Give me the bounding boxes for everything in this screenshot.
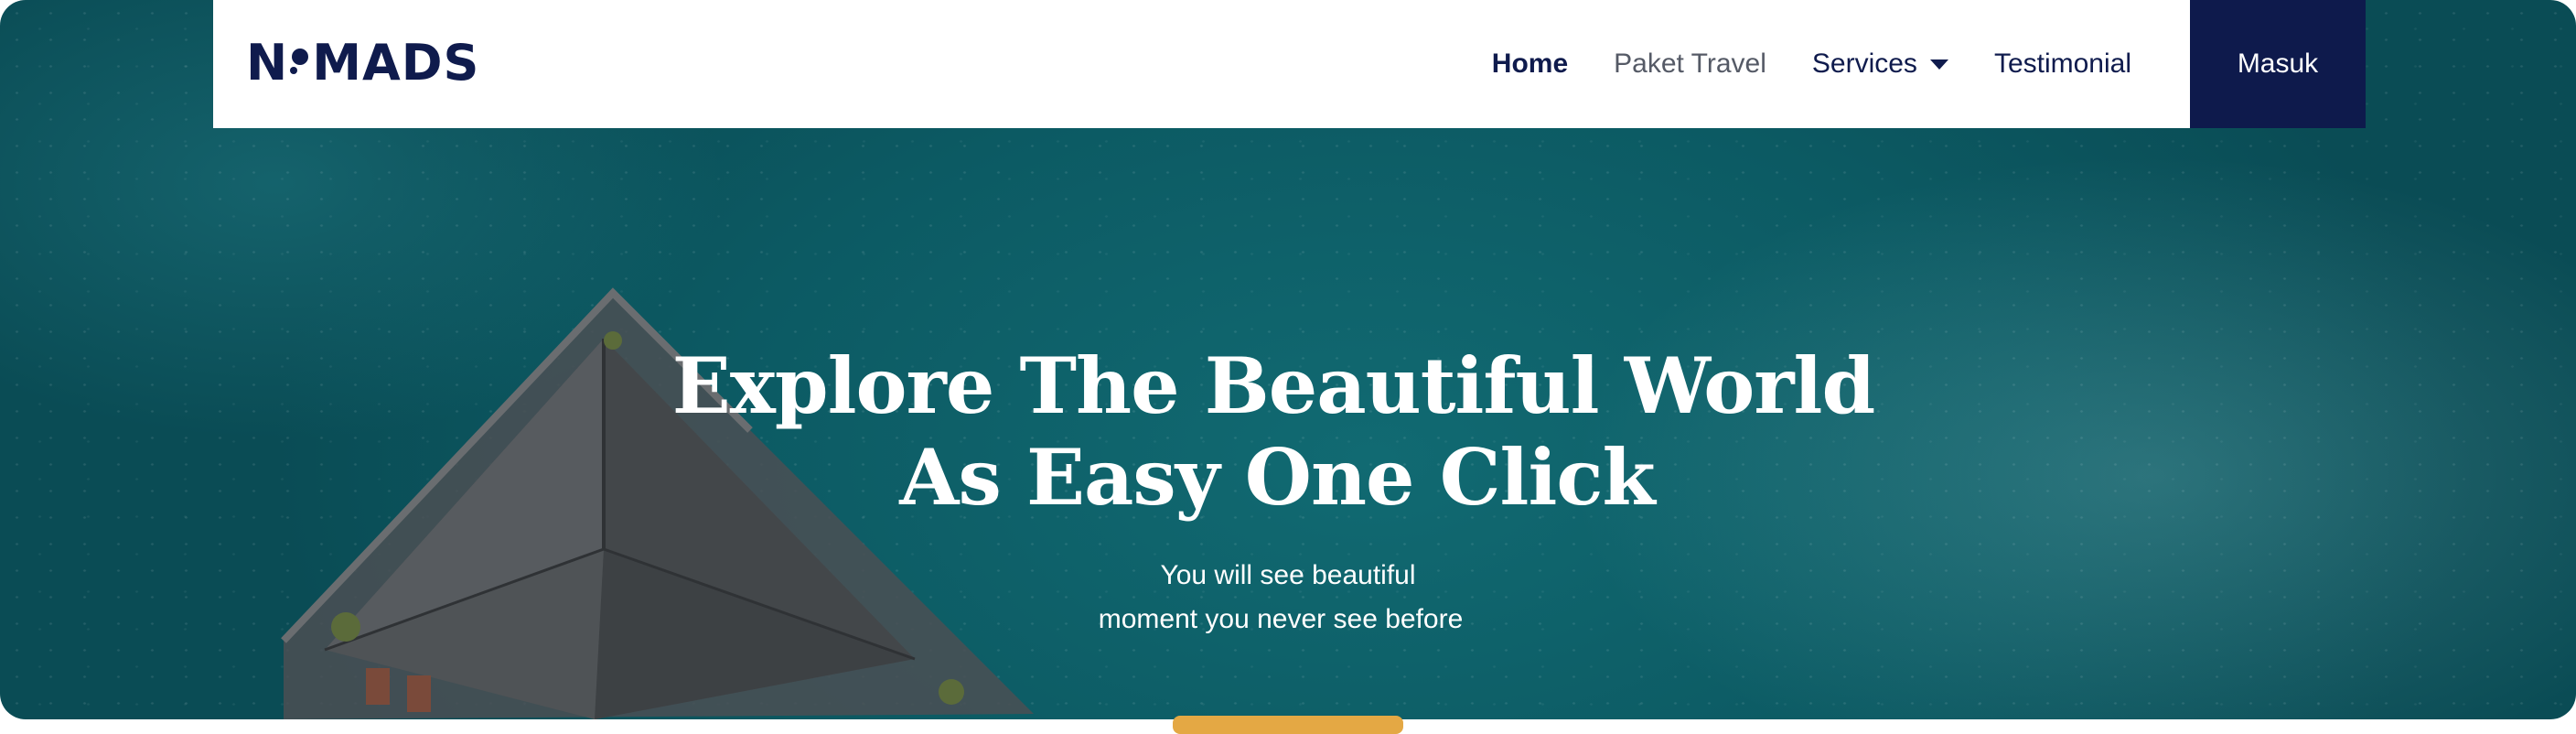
nav-services-label: Services (1811, 49, 1917, 79)
nav-testimonial-link[interactable]: Testimonial (1994, 49, 2131, 80)
nav-paket-travel-link[interactable]: Paket Travel (1614, 49, 1766, 80)
login-button[interactable]: Masuk (2190, 0, 2366, 128)
nav-home-link[interactable]: Home (1492, 49, 1568, 80)
logo-letters: MADS (312, 34, 480, 92)
hero-title-line-2: As Easy One Click (899, 432, 1655, 523)
logo-letter-n: N (246, 34, 289, 92)
hero-subtitle-line-2: moment you never see before (1098, 604, 1464, 634)
location-pin-icon (286, 35, 314, 92)
hero-title-line-1: Explore The Beautiful World (671, 340, 1875, 431)
hero-subtitle-line-1: You will see beautiful (1160, 560, 1416, 590)
get-started-button[interactable] (1173, 716, 1403, 734)
caret-down-icon (1929, 59, 1948, 70)
nav-menu: Home Paket Travel Services Testimonial M… (1492, 0, 2366, 128)
navbar: N MADS Home Paket Travel Services Testim… (213, 0, 2366, 128)
logo[interactable]: N MADS (246, 35, 479, 92)
nav-services-dropdown[interactable]: Services (1812, 49, 1948, 80)
